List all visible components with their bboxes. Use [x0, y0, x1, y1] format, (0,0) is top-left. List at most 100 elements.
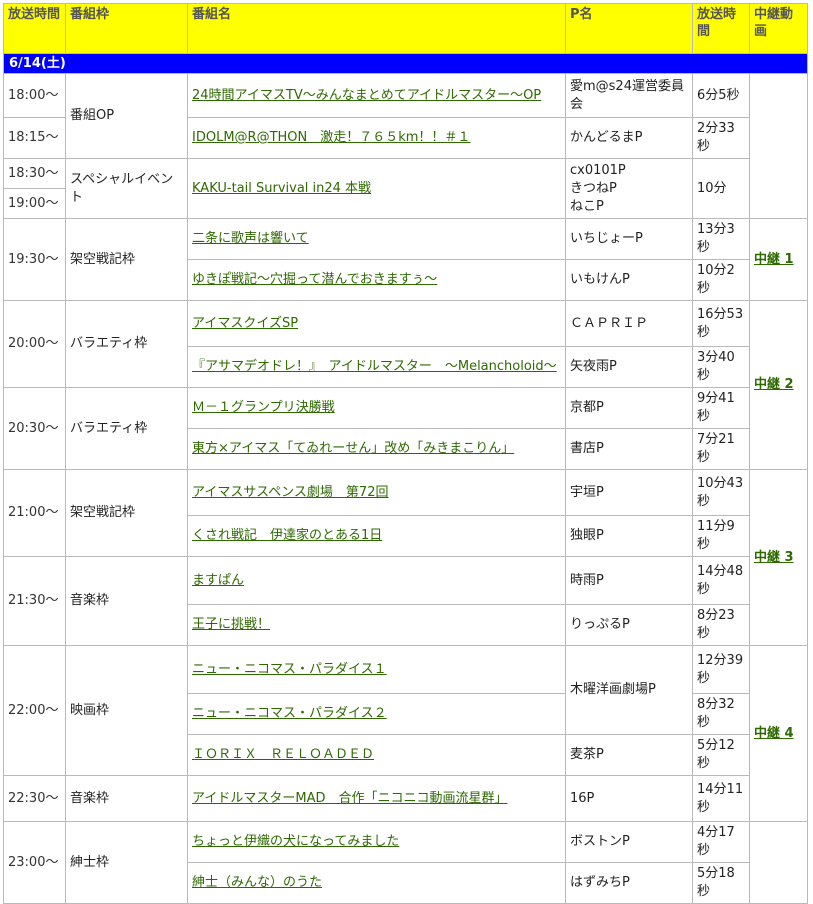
- program-link[interactable]: 24時間アイマスTV～みんなまとめてアイドルマスター～OP: [192, 88, 541, 103]
- relay-link[interactable]: 中継 1: [754, 252, 794, 267]
- duration-cell: 3分40秒: [692, 346, 750, 388]
- time-cell: 18:30～: [3, 158, 66, 189]
- producer-cell: いちじょーP: [565, 218, 693, 260]
- duration-cell: 11分9秒: [692, 515, 750, 557]
- producer-cell: 木曜洋画劇場P: [565, 645, 693, 735]
- time-cell: 19:30～: [3, 218, 66, 301]
- program-cell: Ｍ－１グランプリ決勝戦: [187, 387, 566, 429]
- table-row: 19:30～ 架空戦記枠 二条に歌声は響いて いちじょーP 13分3秒 中継 1: [3, 218, 808, 301]
- relay-cell-empty: [749, 821, 808, 904]
- program-cell: 紳士（みんな）のうた: [187, 862, 566, 904]
- slot-cell: 紳士枠: [65, 821, 188, 904]
- relay-link[interactable]: 中継 4: [754, 726, 794, 741]
- duration-cell: 4分17秒: [692, 821, 750, 863]
- time-cell: 18:00～: [3, 73, 66, 118]
- program-link[interactable]: ニュー・ニコマス・パラダイス２: [192, 706, 387, 721]
- time-cell: 21:30～: [3, 556, 66, 646]
- header-producer: P名: [565, 3, 693, 54]
- table-row: 20:30～ バラエティ枠 Ｍ－１グランプリ決勝戦 京都P 9分41秒: [3, 387, 808, 470]
- program-link[interactable]: IDOLM@R@THON 激走！７６５km！！＃１: [192, 130, 470, 145]
- duration-cell: 10分43秒: [692, 469, 750, 516]
- table-row: 20:00～ バラエティ枠 アイマスクイズSP ＣＡＰＲＩＰ 16分53秒 中継…: [3, 300, 808, 470]
- time-cell: 21:00～: [3, 469, 66, 557]
- time-cell: 22:30～: [3, 775, 66, 822]
- duration-cell: 12分39秒: [692, 645, 750, 694]
- program-cell: くされ戦記 伊達家のとある1日: [187, 515, 566, 557]
- program-link[interactable]: アイドルマスターMAD 合作「ニコニコ動画流星群」: [192, 791, 507, 806]
- duration-cell: 7分21秒: [692, 428, 750, 470]
- producer-cell: 宇垣P: [565, 469, 693, 516]
- program-cell: IDOLM@R@THON 激走！７６５km！！＃１: [187, 117, 566, 159]
- program-cell: KAKU-tail Survival in24 本戦: [187, 158, 566, 219]
- program-link[interactable]: Ｍ－１グランプリ決勝戦: [192, 400, 335, 415]
- program-cell: ＩＯＲＩＸ ＲＥＬＯＡＤＥＤ: [187, 734, 566, 776]
- time-cell: 18:15～: [3, 117, 66, 159]
- program-cell: ニュー・ニコマス・パラダイス１: [187, 645, 566, 694]
- duration-cell: 10分2秒: [692, 259, 750, 301]
- duration-cell: 8分32秒: [692, 693, 750, 735]
- program-link[interactable]: 二条に歌声は響いて: [192, 231, 309, 246]
- program-link[interactable]: ＩＯＲＩＸ ＲＥＬＯＡＤＥＤ: [192, 747, 374, 762]
- slot-cell: スペシャルイベント: [65, 158, 188, 219]
- schedule-table: 放送時間 番組枠 番組名 P名 放送時間 中継動画 6/14(土) 18:00～…: [3, 3, 808, 904]
- producer-cell: 愛m@s24運営委員会: [565, 73, 693, 118]
- time-cell: 20:30～: [3, 387, 66, 470]
- program-cell: ますぱん: [187, 556, 566, 605]
- slot-cell: バラエティ枠: [65, 300, 188, 388]
- relay-link[interactable]: 中継 3: [754, 550, 794, 565]
- header-slot: 番組枠: [65, 3, 188, 54]
- duration-cell: 5分12秒: [692, 734, 750, 776]
- producer-cell: りっぷるP: [565, 604, 693, 646]
- header-time: 放送時間: [3, 3, 66, 54]
- slot-cell: 番組OP: [65, 73, 188, 159]
- program-cell: 『アサマデオドレ！』 アイドルマスター ～Melancholoid～: [187, 346, 566, 388]
- program-link[interactable]: ゆきぽ戦記～穴掘って潜んでおきますぅ～: [192, 272, 437, 287]
- duration-cell: 14分48秒: [692, 556, 750, 605]
- slot-cell: 架空戦記枠: [65, 469, 188, 557]
- table-row: 22:00～ 映画枠 ニュー・ニコマス・パラダイス１ 木曜洋画劇場P 12分39…: [3, 645, 808, 822]
- program-link[interactable]: アイマスクイズSP: [192, 316, 298, 331]
- producer-cell: 時雨P: [565, 556, 693, 605]
- duration-cell: 14分11秒: [692, 775, 750, 822]
- producer-cell: 書店P: [565, 428, 693, 470]
- duration-cell: 16分53秒: [692, 300, 750, 347]
- producer-line: ねこP: [570, 198, 604, 214]
- duration-cell: 13分3秒: [692, 218, 750, 260]
- program-cell: アイマスクイズSP: [187, 300, 566, 347]
- producer-cell: 京都P: [565, 387, 693, 429]
- program-link[interactable]: ますぱん: [192, 573, 244, 588]
- program-cell: 王子に挑戦！: [187, 604, 566, 646]
- duration-cell: 9分41秒: [692, 387, 750, 429]
- duration-cell: 8分23秒: [692, 604, 750, 646]
- relay-link[interactable]: 中継 2: [754, 377, 794, 392]
- program-link[interactable]: 『アサマデオドレ！』 アイドルマスター ～Melancholoid～: [192, 359, 557, 374]
- header-relay: 中継動画: [749, 3, 808, 54]
- table-row: 22:30～ 音楽枠 アイドルマスターMAD 合作「ニコニコ動画流星群」 16P…: [3, 775, 808, 822]
- duration-cell: 5分18秒: [692, 862, 750, 904]
- slot-cell: 音楽枠: [65, 775, 188, 822]
- relay-cell: 中継 2: [749, 300, 808, 470]
- slot-cell: 映画枠: [65, 645, 188, 776]
- time-cell: 23:00～: [3, 821, 66, 904]
- date-label: 6/14(土): [3, 53, 808, 74]
- program-link[interactable]: アイマスサスペンス劇場 第72回: [192, 485, 388, 500]
- program-cell: 二条に歌声は響いて: [187, 218, 566, 260]
- producer-line: cx0101P: [570, 162, 626, 178]
- program-cell: ニュー・ニコマス・パラダイス２: [187, 693, 566, 735]
- producer-cell: はずみちP: [565, 862, 693, 904]
- program-link[interactable]: 王子に挑戦！: [192, 617, 270, 632]
- program-link[interactable]: くされ戦記 伊達家のとある1日: [192, 528, 382, 543]
- program-link[interactable]: ニュー・ニコマス・パラダイス１: [192, 662, 387, 677]
- program-link[interactable]: 東方×アイマス「てゐれーせん」改め「みきまこりん」: [192, 441, 514, 456]
- producer-cell: かんどるまP: [565, 117, 693, 159]
- program-link[interactable]: KAKU-tail Survival in24 本戦: [192, 181, 371, 196]
- program-link[interactable]: ちょっと伊織の犬になってみました: [192, 834, 399, 849]
- time-cell: 19:00～: [3, 188, 66, 219]
- producer-cell: 16P: [565, 775, 693, 822]
- relay-cell: 中継 3: [749, 469, 808, 646]
- producer-line: きつねP: [570, 180, 617, 196]
- table-row: 23:00～ 紳士枠 ちょっと伊織の犬になってみました ボストンP 4分17秒: [3, 821, 808, 904]
- program-link[interactable]: 紳士（みんな）のうた: [192, 875, 322, 890]
- table-row: 21:30～ 音楽枠 ますぱん 時雨P 14分48秒: [3, 556, 808, 646]
- table-row: 18:30～ スペシャルイベント KAKU-tail Survival in24…: [3, 158, 808, 219]
